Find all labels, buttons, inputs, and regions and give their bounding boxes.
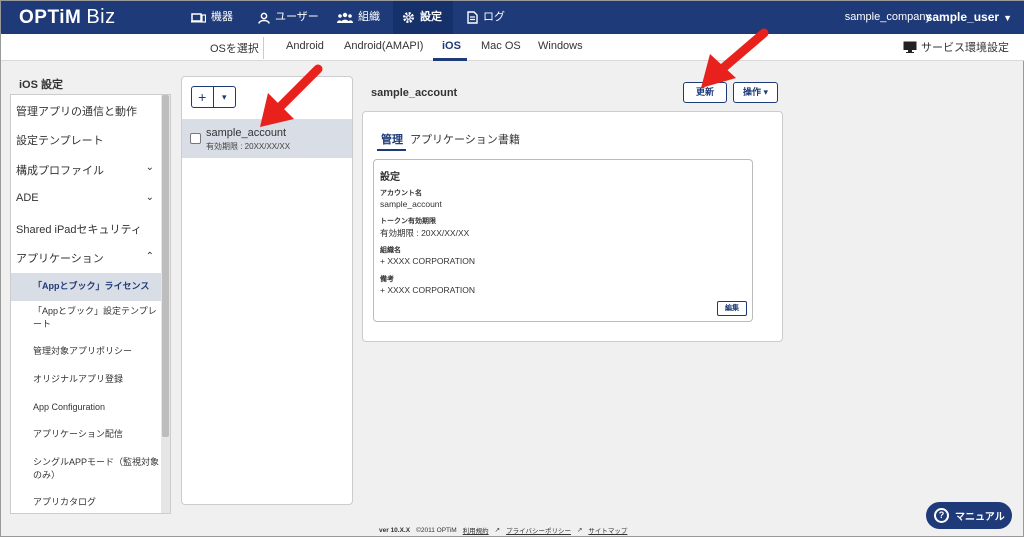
terms-link[interactable]: 利用規約 — [463, 525, 489, 535]
sidebar-title: iOS 設定 — [19, 79, 64, 91]
tab-android-amapi[interactable]: Android(AMAPI) — [344, 40, 423, 52]
active-tab-indicator — [377, 149, 406, 151]
external-link-icon: ↗ — [576, 527, 583, 534]
sidebar-item-label: 構成プロファイル — [16, 165, 104, 177]
edit-button[interactable]: 編集 — [717, 301, 747, 316]
privacy-link[interactable]: プライバシーポリシー — [506, 525, 571, 535]
field-label-notes: 備考 — [380, 276, 394, 283]
nav-organization-label: 組織 — [358, 11, 380, 23]
sidebar-item-app-distribution[interactable]: アプリケーション配信 — [33, 428, 159, 441]
tab-android[interactable]: Android — [286, 40, 324, 52]
chevron-down-icon: ▾ — [221, 92, 227, 102]
sidebar-item-applications[interactable]: アプリケーション ⌃ — [16, 250, 158, 266]
tab-management[interactable]: 管理 — [381, 131, 403, 147]
sidebar-item-single-app-mode[interactable]: シングルAPPモード（監視対象のみ） — [33, 456, 159, 482]
chevron-up-icon: ⌃ — [145, 251, 154, 262]
field-label-account-name: アカウント名 — [380, 190, 422, 197]
account-list-panel: + ▾ sample_account 有効期限 : 20XX/XX/XX — [181, 76, 353, 505]
settings-heading: 設定 — [380, 172, 400, 183]
account-checkbox[interactable] — [190, 133, 201, 144]
sidebar-item-vpp-template[interactable]: 「Appとブック」設定テンプレート — [33, 305, 159, 331]
field-label-organization: 組織名 — [380, 247, 401, 254]
manual-button[interactable]: ? マニュアル — [926, 502, 1012, 529]
sidebar-item-vpp-license[interactable]: 「Appとブック」ライセンス — [33, 280, 159, 293]
gear-icon — [403, 12, 414, 23]
nav-users-label: ユーザー — [275, 11, 319, 23]
annotation-arrow-update — [701, 28, 769, 88]
sidebar-item-app-configuration[interactable]: App Configuration — [33, 401, 159, 414]
user-name: sample_user — [925, 10, 1000, 24]
chevron-down-icon: ⌄ — [145, 162, 154, 173]
sidebar-item-label: アプリケーション — [16, 253, 104, 265]
footer: ver 10.X.X ©2011 OPTiM 利用規約 ↗ プライバシーポリシー… — [379, 525, 627, 536]
tab-books[interactable]: 書籍 — [498, 131, 520, 147]
sidebar-item-config-profile[interactable]: 構成プロファイル ⌄ — [16, 162, 158, 178]
page-title: sample_account — [371, 87, 458, 99]
field-value-notes: + XXXX CORPORATION — [380, 285, 476, 295]
sidebar-item-managed-app-policy[interactable]: 管理対象アプリポリシー — [33, 345, 159, 358]
tab-windows[interactable]: Windows — [538, 40, 583, 52]
add-button-group: + ▾ — [191, 86, 236, 108]
sidebar-item-shared-ipad[interactable]: Shared iPadセキュリティ — [16, 221, 166, 237]
service-settings-link[interactable]: サービス環境設定 — [903, 39, 1009, 55]
sitemap-link[interactable]: サイトマップ — [588, 525, 627, 535]
sidebar-item-settings-template[interactable]: 設定テンプレート — [16, 132, 166, 148]
field-value-account-name: sample_account — [380, 199, 442, 209]
os-selector-bar: OSを選択 Android Android(AMAPI) iOS Mac OS … — [1, 34, 1024, 61]
field-value-organization: + XXXX CORPORATION — [380, 256, 476, 266]
service-settings-label: サービス環境設定 — [921, 42, 1009, 54]
nav-organization[interactable]: 組織 — [337, 1, 380, 34]
divider — [263, 37, 264, 59]
external-link-icon: ↗ — [494, 527, 501, 534]
tab-macos[interactable]: Mac OS — [481, 40, 521, 52]
sidebar-item-label: ADE — [16, 192, 39, 204]
sidebar-item-original-app[interactable]: オリジナルアプリ登録 — [33, 373, 159, 386]
nav-devices[interactable]: 機器 — [191, 1, 233, 34]
user-menu[interactable]: sample_user ▼ — [926, 10, 1012, 24]
sidebar-item-label: 設定テンプレート — [16, 135, 104, 147]
nav-devices-label: 機器 — [211, 11, 233, 23]
user-icon — [258, 12, 270, 24]
field-value-token-expiry: 有効期限 : 20XX/XX/XX — [380, 228, 470, 238]
help-icon: ? — [934, 508, 949, 523]
nav-settings-label: 設定 — [420, 11, 442, 23]
os-select-label: OSを選択 — [210, 43, 259, 55]
add-dropdown-button[interactable]: ▾ — [214, 87, 235, 107]
sidebar-item-ade[interactable]: ADE ⌄ — [16, 192, 158, 204]
sidebar-scrollbar[interactable] — [161, 95, 170, 513]
company-name: sample_company — [844, 11, 931, 23]
manual-label: マニュアル — [955, 512, 1005, 523]
sidebar-item-app-catalog[interactable]: アプリカタログ — [33, 496, 159, 509]
tab-applications[interactable]: アプリケーション — [410, 131, 498, 147]
nav-users[interactable]: ユーザー — [258, 1, 319, 34]
device-icon — [191, 12, 206, 23]
settings-box: 設定 アカウント名 sample_account トークン有効期限 有効期限 :… — [373, 159, 753, 322]
top-navigation-bar: OPTiM Biz 機器 ユーザー 組織 設定 ログ sample_company… — [1, 1, 1024, 34]
field-label-token-expiry: トークン有効期限 — [380, 218, 436, 225]
add-account-button[interactable]: + — [192, 87, 214, 107]
sidebar: 管理アプリの通信と動作 設定テンプレート 構成プロファイル ⌄ ADE ⌄ Shar… — [10, 94, 171, 514]
log-icon — [467, 11, 478, 24]
sidebar-item-label: Shared iPadセキュリティ — [16, 224, 142, 236]
nav-settings[interactable]: 設定 — [393, 1, 453, 34]
caret-down-icon: ▼ — [1003, 13, 1012, 23]
scrollbar-thumb[interactable] — [162, 95, 169, 437]
copyright-text: ©2011 OPTiM — [416, 526, 457, 534]
account-expiry: 有効期限 : 20XX/XX/XX — [206, 142, 291, 151]
organization-icon — [337, 12, 353, 23]
chevron-down-icon: ⌄ — [145, 192, 154, 203]
detail-card: 管理 アプリケーション 書籍 設定 アカウント名 sample_account … — [362, 111, 783, 342]
sidebar-item-label: 管理アプリの通信と動作 — [16, 106, 137, 118]
tab-ios[interactable]: iOS — [442, 40, 461, 52]
optim-biz-logo[interactable]: OPTiM Biz — [19, 6, 116, 29]
version-text: ver 10.X.X — [379, 526, 411, 534]
annotation-arrow-account — [260, 64, 323, 127]
sidebar-item-app-communication[interactable]: 管理アプリの通信と動作 — [16, 103, 166, 119]
active-tab-indicator — [433, 58, 467, 61]
nav-log-label: ログ — [483, 11, 505, 23]
monitor-icon — [903, 41, 917, 53]
nav-log[interactable]: ログ — [467, 1, 505, 34]
